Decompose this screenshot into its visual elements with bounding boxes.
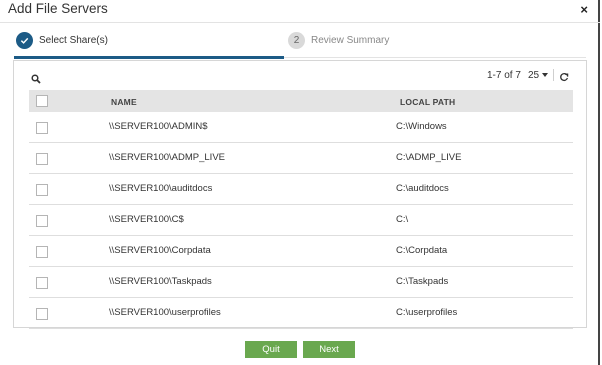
dialog-title: Add File Servers [8, 1, 108, 16]
row-checkbox[interactable] [36, 184, 48, 196]
table-header: NAME LOCAL PATH [29, 90, 573, 112]
local-path: C:\userprofiles [396, 307, 458, 318]
local-path: C:\Taskpads [396, 276, 449, 287]
search-icon[interactable] [31, 71, 41, 84]
active-step-indicator [14, 56, 284, 59]
wizard-steps: Select Share(s) 2 Review Summary [0, 24, 600, 59]
table-row[interactable]: \\SERVER100\auditdocs C:\auditdocs [29, 174, 573, 205]
table-row[interactable]: \\SERVER100\Taskpads C:\Taskpads [29, 267, 573, 298]
next-button[interactable]: Next [303, 341, 355, 358]
share-name: \\SERVER100\Corpdata [109, 245, 211, 256]
row-checkbox[interactable] [36, 153, 48, 165]
table-row[interactable]: \\SERVER100\userprofiles C:\userprofiles [29, 298, 573, 329]
step-divider [284, 57, 586, 58]
table-row[interactable]: \\SERVER100\ADMIN$ C:\Windows [29, 112, 573, 143]
table-row[interactable]: \\SERVER100\Corpdata C:\Corpdata [29, 236, 573, 267]
row-checkbox[interactable] [36, 308, 48, 320]
column-header-local-path[interactable]: LOCAL PATH [400, 97, 455, 107]
share-name: \\SERVER100\ADMIN$ [109, 121, 208, 132]
column-header-name[interactable]: NAME [111, 97, 137, 107]
share-name: \\SERVER100\userprofiles [109, 307, 221, 318]
row-checkbox[interactable] [36, 246, 48, 258]
page-size-value: 25 [528, 70, 540, 81]
step-number: 2 [288, 31, 305, 49]
step-review-summary[interactable]: 2 Review Summary [288, 24, 389, 56]
shares-panel: 1-7 of 7 25 NAME LOCAL PATH \\SERVER100\… [13, 60, 587, 329]
local-path: C:\ [396, 214, 409, 225]
step-select-shares[interactable]: Select Share(s) [16, 24, 108, 56]
table-toolbar: 1-7 of 7 25 [14, 61, 586, 89]
quit-button[interactable]: Quit [245, 341, 297, 358]
row-checkbox[interactable] [36, 122, 48, 134]
chevron-down-icon [542, 73, 549, 78]
share-name: \\SERVER100\auditdocs [109, 183, 213, 194]
pager-text: 1-7 of 7 [487, 70, 521, 81]
table-body: \\SERVER100\ADMIN$ C:\Windows \\SERVER100\… [29, 112, 573, 329]
share-name: \\SERVER100\Taskpads [109, 276, 212, 287]
select-all-checkbox[interactable] [36, 95, 48, 107]
local-path: C:\auditdocs [396, 183, 449, 194]
share-name: \\SERVER100\ADMP_LIVE [109, 152, 225, 163]
local-path: C:\ADMP_LIVE [396, 152, 462, 163]
dialog-title-bar: Add File Servers × [0, 0, 600, 23]
table-row[interactable]: \\SERVER100\ADMP_LIVE C:\ADMP_LIVE [29, 143, 573, 174]
local-path: C:\Corpdata [396, 245, 448, 256]
table-row[interactable]: \\SERVER100\C$ C:\ [29, 205, 573, 236]
shares-table: NAME LOCAL PATH \\SERVER100\ADMIN$ C:\Win… [29, 90, 573, 329]
step-label: Select Share(s) [39, 34, 108, 46]
row-checkbox[interactable] [36, 215, 48, 227]
local-path: C:\Windows [396, 121, 447, 132]
step-label: Review Summary [311, 34, 390, 46]
share-name: \\SERVER100\C$ [109, 214, 184, 225]
close-icon[interactable]: × [580, 2, 588, 17]
check-icon [16, 31, 33, 49]
toolbar-divider [553, 69, 554, 81]
page-size-select[interactable]: 25 [528, 70, 549, 81]
add-file-servers-dialog: Add File Servers × Select Share(s) 2 Rev… [0, 0, 600, 365]
refresh-icon[interactable] [559, 69, 569, 82]
row-checkbox[interactable] [36, 277, 48, 289]
